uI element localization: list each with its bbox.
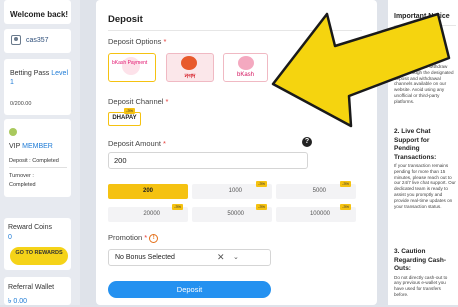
chip-discount-badge: -3% bbox=[172, 204, 184, 210]
vip-member-label: MEMBER bbox=[22, 143, 53, 150]
reward-coins-value: 0 bbox=[8, 234, 12, 241]
user-card[interactable]: cas357 bbox=[4, 29, 71, 53]
divider bbox=[9, 167, 67, 168]
chip-discount-badge: -3% bbox=[340, 204, 352, 210]
deposit-panel: Deposit Deposit Options * bKash Payment … bbox=[96, 0, 377, 305]
vip-card[interactable]: VIP MEMBER Deposit : Completed Turnover … bbox=[4, 119, 71, 197]
notice-heading: 2. Live Chat Support for Pending Transac… bbox=[394, 128, 437, 161]
channel-discount-badge: -3% bbox=[124, 108, 136, 114]
referral-wallet-card: Referral Wallet ৳ 0.00 bbox=[4, 277, 71, 305]
deposit-amount-label: Deposit Amount bbox=[108, 139, 161, 148]
deposit-option-bkash-payment[interactable]: bKash Payment bbox=[108, 53, 156, 82]
promotion-select[interactable]: No Bonus Selected ✕ ⌄ bbox=[108, 249, 271, 266]
promotion-label: Promotion bbox=[108, 233, 143, 242]
turnover-label: Turnover : bbox=[9, 173, 34, 179]
notice-section: 3. Caution Regarding Cash-Outs: Do not d… bbox=[394, 248, 456, 298]
notice-heading: 3. Caution Regarding Cash-Outs: bbox=[394, 248, 447, 272]
bkash-bird-icon bbox=[238, 56, 254, 70]
notice-section: 1. Use Official Deposit & Withdrawal Cha… bbox=[394, 29, 456, 105]
deposit-option-nagad[interactable]: নগদ bbox=[166, 53, 214, 82]
nagad-logo-icon bbox=[181, 56, 197, 70]
turnover-status: Completed bbox=[9, 182, 36, 188]
divider bbox=[108, 30, 362, 31]
chevron-down-icon[interactable]: ⌄ bbox=[233, 253, 239, 261]
deposit-option-label: নগদ bbox=[184, 74, 196, 80]
deposit-channel-dhapay[interactable]: DHAPAY bbox=[108, 112, 141, 126]
chip-discount-badge: -3% bbox=[256, 181, 268, 187]
account-sidebar: Welcome back! cas357 Betting Pass Level … bbox=[0, 0, 80, 305]
welcome-card: Welcome back! bbox=[4, 0, 71, 24]
referral-wallet-label: Referral Wallet bbox=[8, 284, 55, 291]
chip-discount-badge: -3% bbox=[256, 204, 268, 210]
notice-panel: Important Notice 1. Use Official Deposit… bbox=[388, 0, 458, 305]
notice-body: Do not directly cash-out to any previous… bbox=[394, 274, 448, 297]
info-icon[interactable]: ! bbox=[149, 233, 159, 243]
notice-heading: 1. Use Official Deposit & Withdrawal Cha… bbox=[394, 29, 442, 62]
referral-wallet-value: ৳ 0.00 bbox=[8, 298, 28, 305]
divider bbox=[394, 25, 456, 26]
deposit-status: Deposit : Completed bbox=[9, 158, 59, 164]
vip-badge-icon bbox=[9, 128, 17, 136]
notice-title: Important Notice bbox=[394, 13, 450, 20]
deposit-options-label: Deposit Options bbox=[108, 37, 162, 46]
welcome-text: Welcome back! bbox=[10, 10, 69, 19]
amount-chip-200[interactable]: 200 bbox=[108, 184, 188, 199]
vip-label: VIP bbox=[9, 143, 21, 150]
notice-body: If your transaction remains pending for … bbox=[394, 163, 456, 209]
deposit-option-label: bKash Payment bbox=[112, 60, 148, 66]
clear-icon[interactable]: ✕ bbox=[217, 252, 225, 263]
betting-pass-progress: 0/200.00 bbox=[10, 101, 32, 107]
reward-coins-card: Reward Coins 0 GO TO REWARDS bbox=[4, 218, 71, 270]
betting-pass-label: Betting Pass bbox=[10, 70, 50, 77]
deposit-option-bkash[interactable]: bKash bbox=[223, 53, 268, 82]
page-title: Deposit bbox=[108, 14, 143, 25]
username: cas357 bbox=[26, 37, 49, 44]
chip-discount-badge: -3% bbox=[340, 181, 352, 187]
user-icon bbox=[11, 35, 21, 45]
notice-body: Kindly deposit or withdraw funds through… bbox=[394, 64, 454, 104]
notice-section: 2. Live Chat Support for Pending Transac… bbox=[394, 128, 456, 209]
go-to-rewards-button[interactable]: GO TO REWARDS bbox=[10, 247, 68, 265]
channel-value: DHAPAY bbox=[112, 115, 137, 121]
promotion-value: No Bonus Selected bbox=[115, 254, 175, 261]
help-icon[interactable]: ? bbox=[302, 137, 312, 147]
reward-coins-label: Reward Coins bbox=[8, 224, 52, 231]
deposit-amount-input[interactable]: 200 bbox=[108, 152, 308, 169]
deposit-option-label: bKash bbox=[236, 72, 254, 78]
deposit-channel-label: Deposit Channel bbox=[108, 97, 164, 106]
betting-pass-card[interactable]: Betting Pass Level 1 0/200.00 bbox=[4, 59, 71, 115]
deposit-button[interactable]: Deposit bbox=[108, 281, 271, 298]
